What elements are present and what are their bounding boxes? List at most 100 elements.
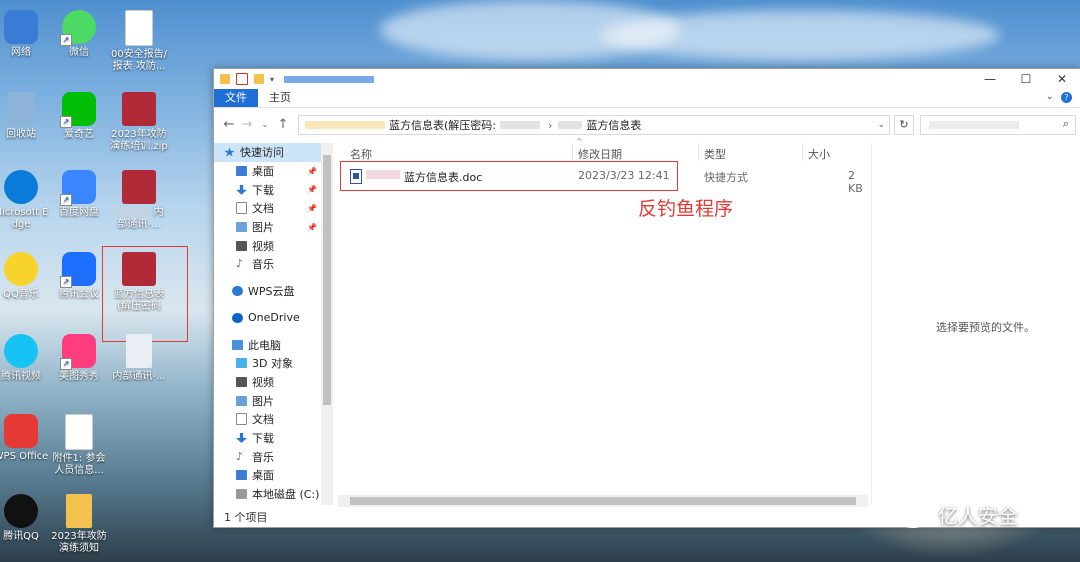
file-type: 快捷方式 xyxy=(704,171,748,184)
desktop-icon-edge[interactable]: Microsoft Edge xyxy=(0,170,50,231)
desktop-icon-network[interactable]: 网络 xyxy=(0,10,50,59)
sidebar-item-quick-access[interactable]: 快速访问 xyxy=(214,143,321,162)
sidebar-item-pc-videos[interactable]: 视频 xyxy=(214,373,321,392)
sidebar-item-pc-pictures[interactable]: 图片 xyxy=(214,391,321,410)
breadcrumb-parent[interactable]: 蓝方信息表(解压密码: xyxy=(389,117,496,133)
up-arrow-icon[interactable]: ↑ xyxy=(274,117,292,132)
sidebar-item-videos[interactable]: 视频 xyxy=(214,236,321,255)
chevron-down-icon[interactable]: ▾ xyxy=(270,75,274,84)
column-size[interactable]: 大小 xyxy=(808,146,830,162)
breadcrumb-current[interactable]: 蓝方信息表 xyxy=(586,117,641,133)
sidebar-item-wps-cloud[interactable]: WPS云盘 xyxy=(214,282,321,301)
pin-icon[interactable]: 📌 xyxy=(307,167,317,176)
sidebar-item-pc-downloads[interactable]: 下载 xyxy=(214,429,321,448)
back-arrow-icon[interactable]: ← xyxy=(220,117,238,132)
desktop-icon-tencent-meeting[interactable]: ↗ 腾讯会议 xyxy=(50,252,108,301)
desktop-icon-report[interactable]: 00安全报告/报表 攻防... xyxy=(110,10,168,73)
pin-icon[interactable]: 📌 xyxy=(307,223,317,232)
tab-file[interactable]: 文件 xyxy=(214,89,258,107)
preview-placeholder: 选择要预览的文件。 xyxy=(936,321,1035,334)
chevron-down-icon[interactable]: ⌄ xyxy=(1046,91,1054,102)
cloud xyxy=(600,10,1000,60)
pictures-icon xyxy=(236,222,247,233)
pin-icon[interactable]: 📌 xyxy=(307,204,317,213)
desktop-icon-qqmusic[interactable]: QQ音乐 xyxy=(0,252,50,301)
recent-chevron-icon[interactable]: ⌄ xyxy=(256,120,274,129)
tab-home[interactable]: 主页 xyxy=(258,89,302,107)
sidebar-item-pc-desktop[interactable]: 桌面 xyxy=(214,466,321,485)
address-row: ← → ⌄ ↑ 蓝方信息表(解压密码: › 蓝方信息表 ⌄ ↻ ⌕ xyxy=(214,108,1080,140)
spreadsheet-icon xyxy=(125,10,153,46)
pin-icon[interactable]: 📌 xyxy=(307,185,317,194)
onedrive-cloud-icon xyxy=(232,312,243,323)
file-list: 名称 ^ 修改日期 类型 大小 蓝方信息表.doc 2023/3/23 12:4… xyxy=(338,137,868,507)
highlight-box-file xyxy=(340,161,678,191)
sidebar-item-3d-objects[interactable]: 3D 对象 xyxy=(214,354,321,373)
forward-arrow-icon[interactable]: → xyxy=(238,117,256,132)
sidebar-item-documents[interactable]: 文档 📌 xyxy=(214,199,321,218)
help-icon[interactable]: ? xyxy=(1061,92,1072,103)
watermark: 亿人安全 xyxy=(896,500,1018,529)
new-folder-icon[interactable] xyxy=(254,74,264,84)
star-icon xyxy=(224,147,235,157)
column-type[interactable]: 类型 xyxy=(704,146,726,162)
address-bar[interactable]: 蓝方信息表(解压密码: › 蓝方信息表 ⌄ xyxy=(298,115,890,135)
address-dropdown-icon[interactable]: ⌄ xyxy=(877,120,885,130)
desktop-icon-meitu[interactable]: ↗ 美图秀秀 xyxy=(50,334,108,383)
cloud-icon xyxy=(232,286,243,297)
column-modified[interactable]: 修改日期 xyxy=(578,146,622,162)
desktop-icon-tencent-video[interactable]: 腾讯视频 xyxy=(0,334,50,383)
qq-penguin-icon xyxy=(4,494,38,528)
sidebar-item-pc-documents[interactable]: 文档 xyxy=(214,410,321,429)
file-size: 2 KB xyxy=(848,169,863,195)
video-play-icon xyxy=(4,334,38,368)
search-icon: ⌕ xyxy=(1062,117,1069,130)
folder-icon[interactable] xyxy=(220,74,230,84)
sidebar-item-onedrive[interactable]: OneDrive xyxy=(214,309,321,328)
column-name[interactable]: 名称 xyxy=(350,146,372,162)
meitu-icon: ↗ xyxy=(60,334,96,370)
desktop-icon-internal-doc[interactable]: 内部通讯-... xyxy=(110,334,168,383)
recycle-bin-icon xyxy=(8,92,34,126)
maximize-button[interactable]: ☐ xyxy=(1008,69,1044,89)
search-input[interactable]: ⌕ xyxy=(920,115,1076,135)
desktop-icon-wechat[interactable]: ↗ 微信 xyxy=(50,10,108,59)
horizontal-scrollbar[interactable] xyxy=(338,495,868,507)
desktop-icon-iqiyi[interactable]: ↗ 爱奇艺 xyxy=(50,92,108,141)
ribbon: 文件 主页 ⌄ ? xyxy=(214,89,1080,108)
desktop-icon-wps[interactable]: WPS Office xyxy=(0,414,50,463)
desktop-icon-recycle-bin[interactable]: 回收站 xyxy=(0,92,50,141)
explorer-window: ▾ — ☐ ✕ 文件 主页 ⌄ ? ← → ⌄ ↑ 蓝方信息表(解压密码: › … xyxy=(213,68,1080,528)
properties-icon[interactable] xyxy=(236,73,248,85)
desktop-icon-baidu-netdisk[interactable]: ↗ 百度网盘 xyxy=(50,170,108,219)
desktop-icon-internal-zip[interactable]: 内部通讯-... xyxy=(110,170,168,231)
minimize-button[interactable]: — xyxy=(972,69,1008,89)
sidebar-item-desktop[interactable]: 桌面 📌 xyxy=(214,162,321,181)
document-icon xyxy=(126,334,152,368)
desktop-icon-attendee-doc[interactable]: 附件1: 参会人员信息... xyxy=(50,414,108,477)
cube-icon xyxy=(236,358,247,369)
sidebar-item-downloads[interactable]: 下载 📌 xyxy=(214,180,321,199)
sidebar-item-pc-music[interactable]: ♪ 音乐 xyxy=(214,447,321,466)
close-button[interactable]: ✕ xyxy=(1044,69,1080,89)
navigation-pane: 快速访问 桌面 📌 下载 📌 文档 📌 图片 📌 视频 ♪ 音乐 WPS云盘 O… xyxy=(214,143,321,505)
sidebar-item-local-disk[interactable]: 本地磁盘 (C:) xyxy=(214,485,321,504)
documents-icon xyxy=(236,202,247,215)
meeting-icon: ↗ xyxy=(60,252,96,288)
sidebar-item-pictures[interactable]: 图片 📌 xyxy=(214,218,321,237)
desktop-icon-zip[interactable]: 2023年攻防演练培训.zip xyxy=(110,92,168,153)
zip-folder-icon xyxy=(66,494,92,528)
music-note-icon: ♪ xyxy=(236,449,244,463)
desktop-icon xyxy=(236,166,247,177)
edge-icon xyxy=(4,170,38,204)
desktop-icon-qq[interactable]: 腾讯QQ xyxy=(0,494,50,543)
sidebar-item-music[interactable]: ♪ 音乐 xyxy=(214,255,321,274)
music-note-icon: ♪ xyxy=(236,257,244,271)
videos-icon xyxy=(236,240,247,251)
refresh-button[interactable]: ↻ xyxy=(894,115,914,135)
wechat-icon: ↗ xyxy=(60,10,96,46)
desktop-icon-notice[interactable]: 2023年攻防演练须知 xyxy=(50,494,108,555)
sidebar-item-this-pc[interactable]: 此电脑 xyxy=(214,335,321,354)
sidebar-scrollbar[interactable] xyxy=(321,143,333,505)
drive-icon xyxy=(236,489,247,500)
